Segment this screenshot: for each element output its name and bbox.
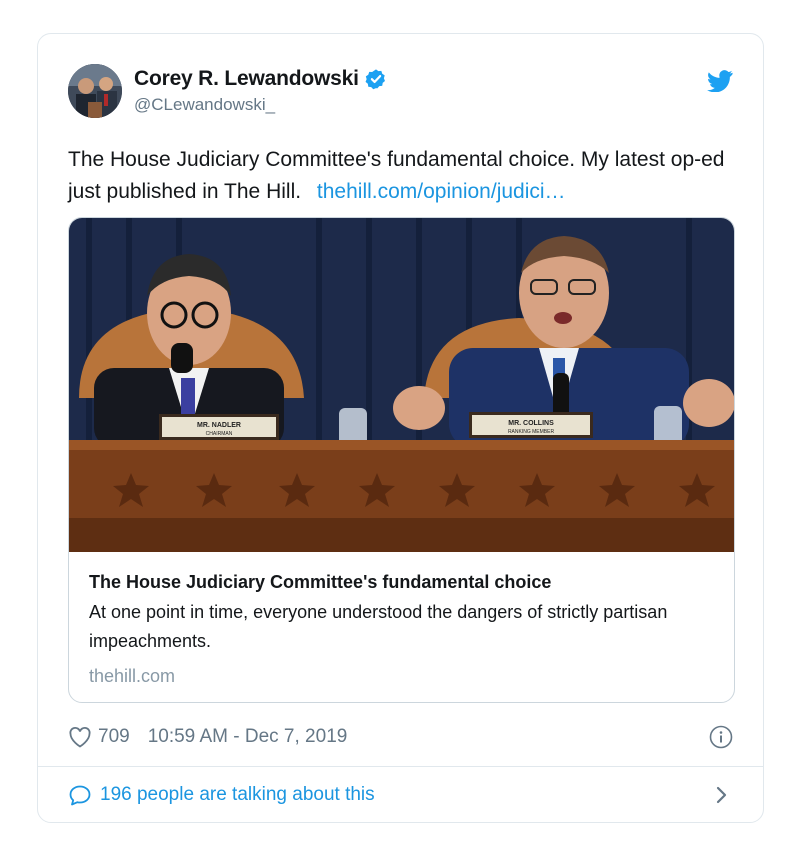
divider bbox=[38, 766, 763, 767]
verified-badge-icon bbox=[365, 69, 385, 90]
author-row: Corey R. Lewandowski @CLewandowski_ bbox=[68, 64, 733, 120]
placard-title-right: RANKING MEMBER bbox=[508, 429, 555, 435]
link-preview-card[interactable]: MR. NADLER CHAIRMAN MR. COLLINS RANKING … bbox=[68, 217, 735, 703]
card-title: The House Judiciary Committee's fundamen… bbox=[89, 572, 552, 592]
author-names: Corey R. Lewandowski @CLewandowski_ bbox=[134, 67, 387, 115]
tweet-link[interactable]: thehill.com/opinion/judici… bbox=[317, 180, 566, 203]
placard-name-right: MR. COLLINS bbox=[508, 420, 554, 427]
card-image: MR. NADLER CHAIRMAN MR. COLLINS RANKING … bbox=[69, 218, 734, 552]
tweet-text: The House Judiciary Committee's fundamen… bbox=[68, 144, 748, 208]
card-body: The House Judiciary Committee's fundamen… bbox=[89, 570, 714, 688]
display-name[interactable]: Corey R. Lewandowski bbox=[134, 67, 359, 91]
avatar-image bbox=[68, 64, 122, 118]
info-icon[interactable] bbox=[709, 725, 733, 749]
avatar[interactable] bbox=[68, 64, 122, 118]
chevron-right-icon bbox=[716, 786, 727, 804]
handle[interactable]: @CLewandowski_ bbox=[134, 95, 387, 115]
heart-icon[interactable] bbox=[68, 726, 92, 748]
card-description: At one point in time, everyone understoo… bbox=[89, 602, 668, 651]
timestamp[interactable]: 10:59 AM - Dec 7, 2019 bbox=[148, 726, 348, 748]
conversation-label: 196 people are talking about this bbox=[100, 784, 375, 805]
tweet-card[interactable]: Corey R. Lewandowski @CLewandowski_ The … bbox=[37, 33, 764, 823]
twitter-bird-icon[interactable] bbox=[707, 70, 733, 92]
like-count[interactable]: 709 bbox=[98, 726, 130, 748]
comment-icon bbox=[69, 785, 91, 806]
conversation-link[interactable]: 196 people are talking about this bbox=[68, 780, 733, 810]
card-domain: thehill.com bbox=[89, 666, 176, 686]
meta-row: 709 10:59 AM - Dec 7, 2019 bbox=[68, 722, 733, 752]
placard-title-left: CHAIRMAN bbox=[206, 431, 233, 437]
display-name-row: Corey R. Lewandowski bbox=[134, 67, 387, 91]
placard-name-left: MR. NADLER bbox=[197, 422, 241, 429]
